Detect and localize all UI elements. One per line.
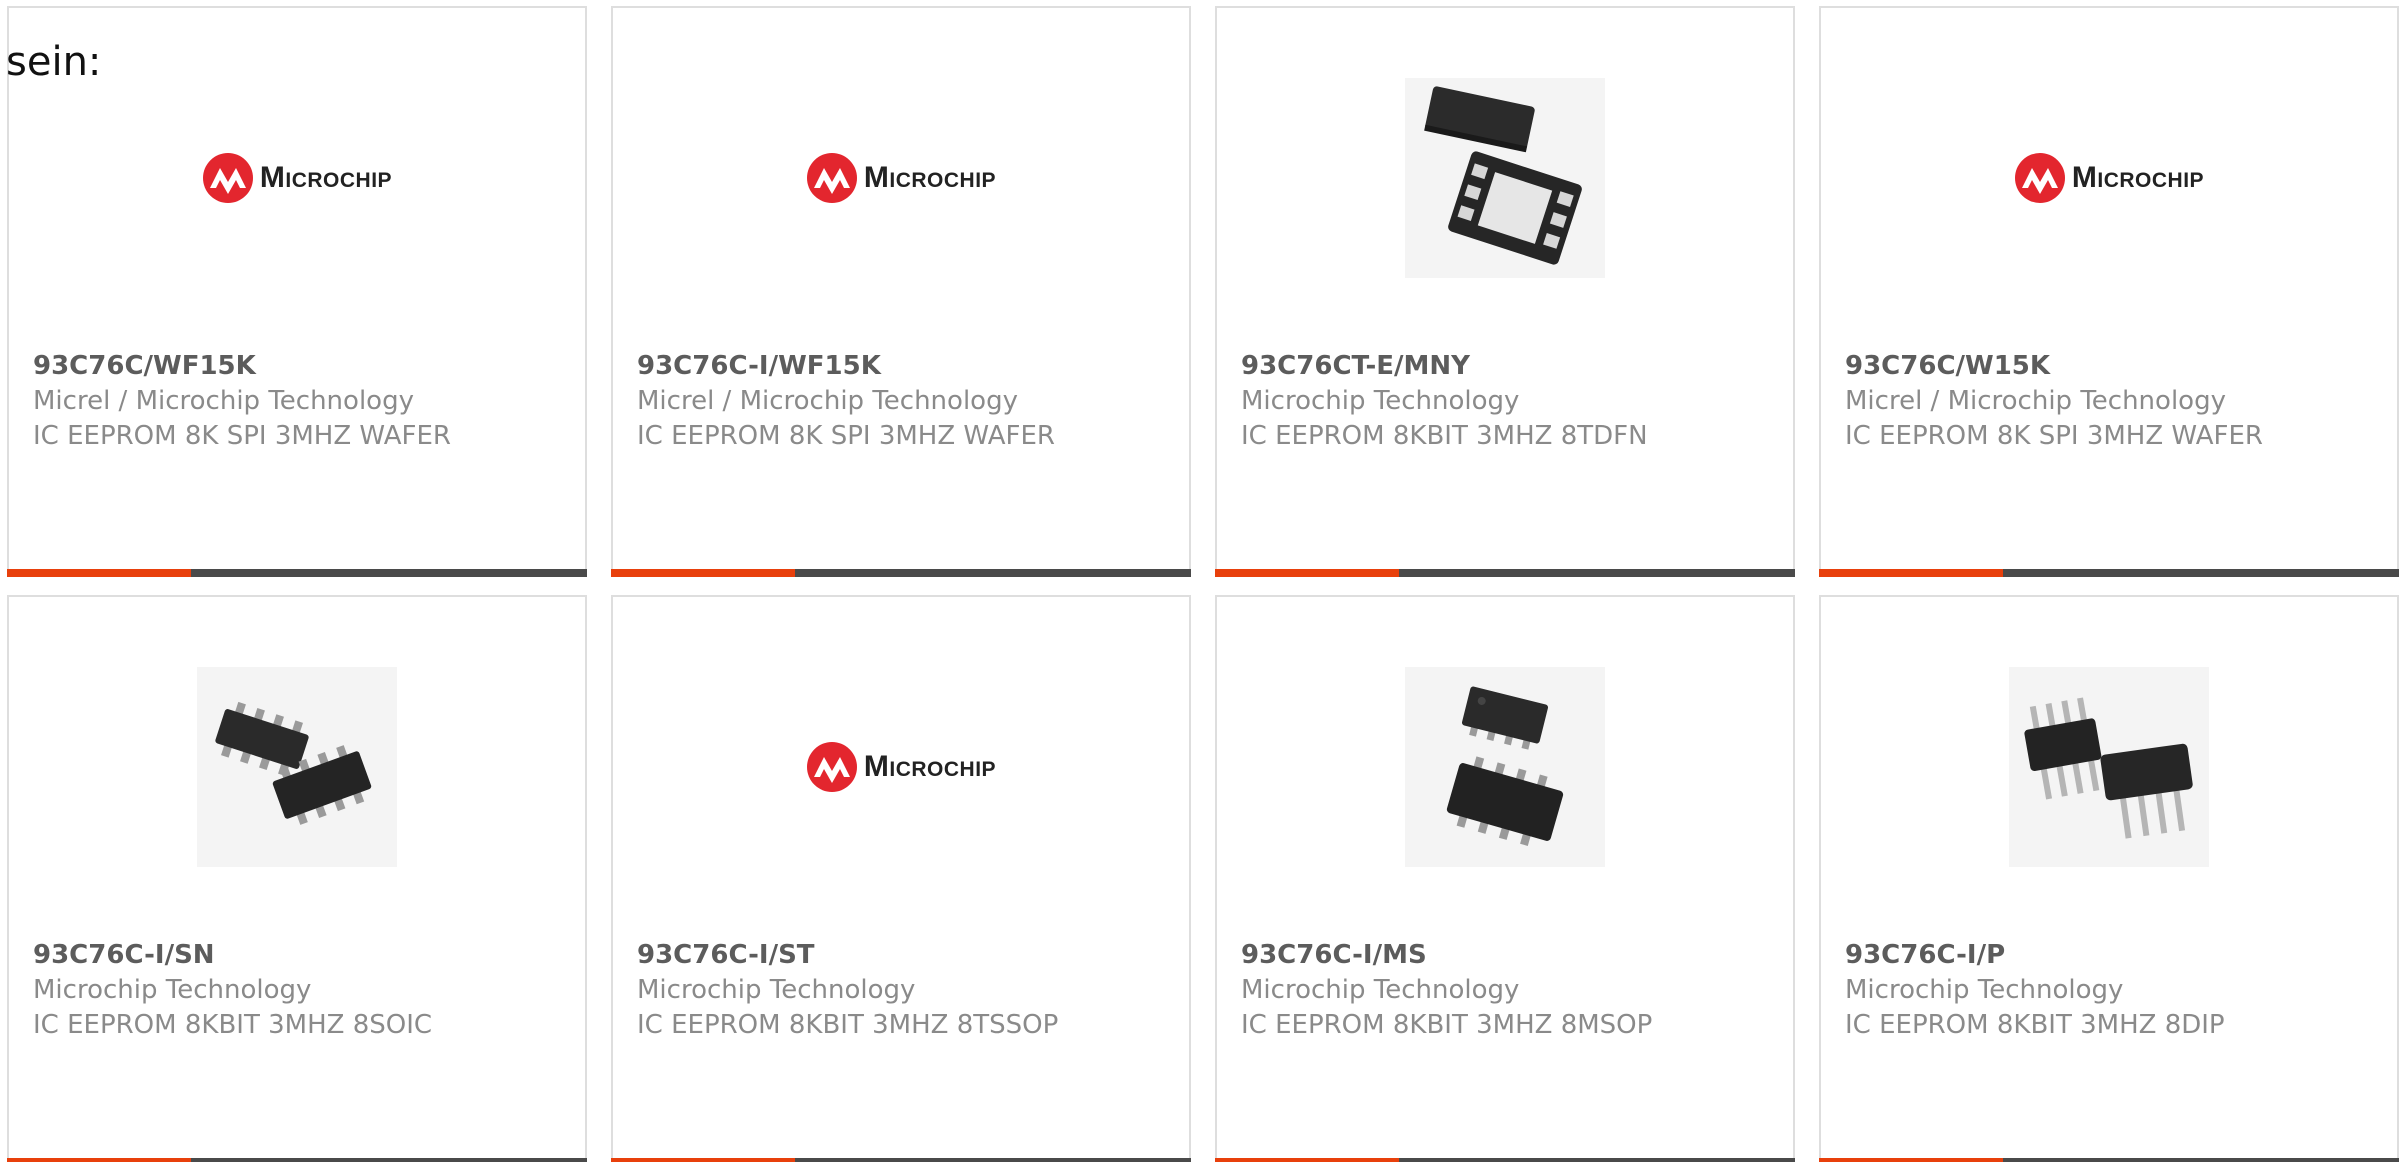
manufacturer: Microchip Technology bbox=[1241, 975, 1520, 1005]
part-number-link[interactable]: 93C76C-I/WF15K bbox=[637, 349, 1173, 384]
microchip-logo-icon: Microchip bbox=[197, 78, 397, 278]
dip-package-icon bbox=[2009, 667, 2209, 867]
description: IC EEPROM 8KBIT 3MHZ 8SOIC bbox=[33, 1010, 433, 1040]
card-bottom-bar bbox=[1819, 1158, 2399, 1162]
description: IC EEPROM 8K SPI 3MHZ WAFER bbox=[1845, 421, 2263, 451]
microchip-logo-icon: Microchip bbox=[2009, 78, 2209, 278]
card-bottom-bar bbox=[611, 1158, 1191, 1162]
description: IC EEPROM 8KBIT 3MHZ 8MSOP bbox=[1241, 1010, 1653, 1040]
card-bottom-bar bbox=[7, 569, 587, 577]
card-bottom-bar bbox=[1819, 569, 2399, 577]
product-card[interactable]: 93C76C-I/MS Microchip Technology IC EEPR… bbox=[1215, 595, 1795, 1162]
manufacturer: Microchip Technology bbox=[33, 975, 312, 1005]
part-number-link[interactable]: 93C76C/W15K bbox=[1845, 349, 2381, 384]
intro-text: sein: bbox=[6, 39, 102, 85]
product-grid: Microchip 93C76C/WF15K Micrel / Microchi… bbox=[7, 6, 2399, 1162]
part-number-link[interactable]: 93C76C/WF15K bbox=[33, 349, 569, 384]
product-card[interactable]: Microchip 93C76C/WF15K Micrel / Microchi… bbox=[7, 6, 587, 577]
manufacturer: Micrel / Microchip Technology bbox=[1845, 386, 2226, 416]
card-bottom-bar bbox=[1215, 569, 1795, 577]
description: IC EEPROM 8K SPI 3MHZ WAFER bbox=[637, 421, 1055, 451]
description: IC EEPROM 8KBIT 3MHZ 8TSSOP bbox=[637, 1010, 1059, 1040]
part-number-link[interactable]: 93C76C-I/ST bbox=[637, 938, 1173, 973]
manufacturer: Microchip Technology bbox=[1241, 386, 1520, 416]
product-card[interactable]: 93C76CT-E/MNY Microchip Technology IC EE… bbox=[1215, 6, 1795, 577]
card-bottom-bar bbox=[611, 569, 1191, 577]
card-bottom-bar bbox=[7, 1158, 587, 1162]
description: IC EEPROM 8KBIT 3MHZ 8TDFN bbox=[1241, 421, 1648, 451]
microchip-logo-icon: Microchip bbox=[801, 667, 1001, 867]
product-card[interactable]: Microchip 93C76C/W15K Micrel / Microchip… bbox=[1819, 6, 2399, 577]
soic-package-icon bbox=[197, 667, 397, 867]
tdfn-package-icon bbox=[1405, 78, 1605, 278]
product-card[interactable]: 93C76C-I/P Microchip Technology IC EEPRO… bbox=[1819, 595, 2399, 1162]
page: sein: Microchip 93C76C/WF15K Micrel / Mi… bbox=[0, 0, 2400, 1162]
description: IC EEPROM 8KBIT 3MHZ 8DIP bbox=[1845, 1010, 2225, 1040]
manufacturer: Microchip Technology bbox=[637, 975, 916, 1005]
manufacturer: Micrel / Microchip Technology bbox=[637, 386, 1018, 416]
manufacturer: Micrel / Microchip Technology bbox=[33, 386, 414, 416]
product-card[interactable]: Microchip 93C76C-I/WF15K Micrel / Microc… bbox=[611, 6, 1191, 577]
part-number-link[interactable]: 93C76C-I/SN bbox=[33, 938, 569, 973]
card-bottom-bar bbox=[1215, 1158, 1795, 1162]
microchip-logo-icon: Microchip bbox=[801, 78, 1001, 278]
msop-package-icon bbox=[1405, 667, 1605, 867]
description: IC EEPROM 8K SPI 3MHZ WAFER bbox=[33, 421, 451, 451]
manufacturer: Microchip Technology bbox=[1845, 975, 2124, 1005]
product-card[interactable]: 93C76C-I/SN Microchip Technology IC EEPR… bbox=[7, 595, 587, 1162]
part-number-link[interactable]: 93C76CT-E/MNY bbox=[1241, 349, 1777, 384]
part-number-link[interactable]: 93C76C-I/MS bbox=[1241, 938, 1777, 973]
part-number-link[interactable]: 93C76C-I/P bbox=[1845, 938, 2381, 973]
product-card[interactable]: Microchip 93C76C-I/ST Microchip Technolo… bbox=[611, 595, 1191, 1162]
